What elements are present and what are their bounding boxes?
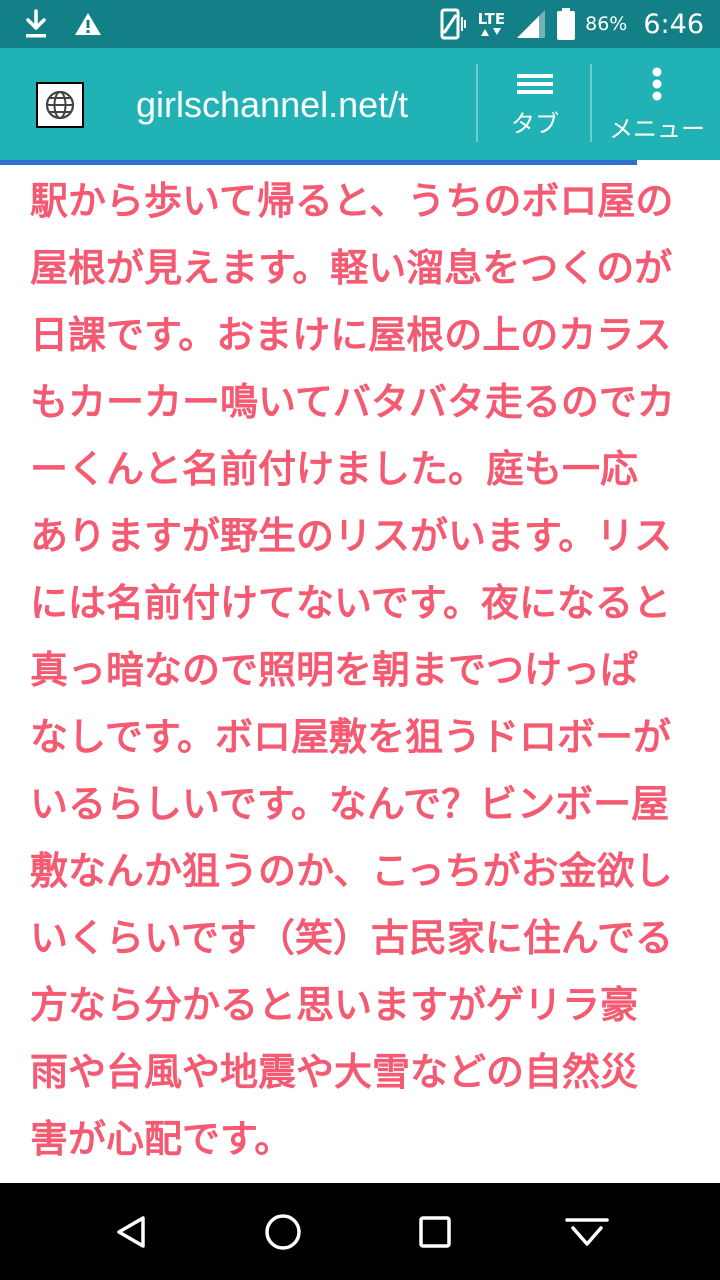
more-vertical-icon <box>652 67 662 100</box>
warning-icon <box>75 13 101 35</box>
navigation-bar <box>0 1183 720 1280</box>
menu-label: メニュー <box>609 114 705 143</box>
tabs-button[interactable]: タブ <box>480 62 590 148</box>
site-info-button[interactable] <box>36 82 84 128</box>
battery-icon <box>557 8 576 40</box>
vibrate-icon <box>440 8 466 40</box>
hide-keyboard-button[interactable] <box>562 1207 612 1257</box>
recents-button[interactable] <box>410 1207 460 1257</box>
signal-icon <box>517 10 546 38</box>
browser-toolbar: girlschannel.net/t タブ メニュー <box>0 48 720 160</box>
back-button[interactable] <box>106 1207 156 1257</box>
status-bar: LTE 86% 6:46 <box>0 0 720 48</box>
download-icon <box>26 9 46 38</box>
lte-indicator: LTE <box>477 9 506 37</box>
menu-button[interactable]: メニュー <box>594 62 720 148</box>
tabs-icon <box>517 73 553 94</box>
article-body-text: 駅から歩いて帰ると、うちのボロ屋の屋根が見えます。軽い溜息をつくのが日課です。お… <box>30 179 675 1161</box>
lte-label: LTE <box>477 9 506 28</box>
hide-bar-icon <box>565 1218 609 1246</box>
page-content[interactable]: 駅から歩いて帰ると、うちのボロ屋の屋根が見えます。軽い溜息をつくのが日課です。お… <box>0 165 720 1183</box>
battery-percent: 86% <box>585 13 628 35</box>
home-circle-icon <box>265 1214 301 1250</box>
home-button[interactable] <box>258 1207 308 1257</box>
tabs-label: タブ <box>511 109 559 138</box>
back-triangle-icon <box>117 1216 145 1248</box>
globe-icon <box>45 90 75 120</box>
status-clock: 6:46 <box>643 8 704 40</box>
recents-square-icon <box>419 1216 451 1248</box>
toolbar-divider <box>590 64 592 142</box>
data-arrows-icon <box>481 27 502 36</box>
url-field[interactable]: girlschannel.net/t <box>136 80 422 130</box>
toolbar-divider <box>476 64 478 142</box>
